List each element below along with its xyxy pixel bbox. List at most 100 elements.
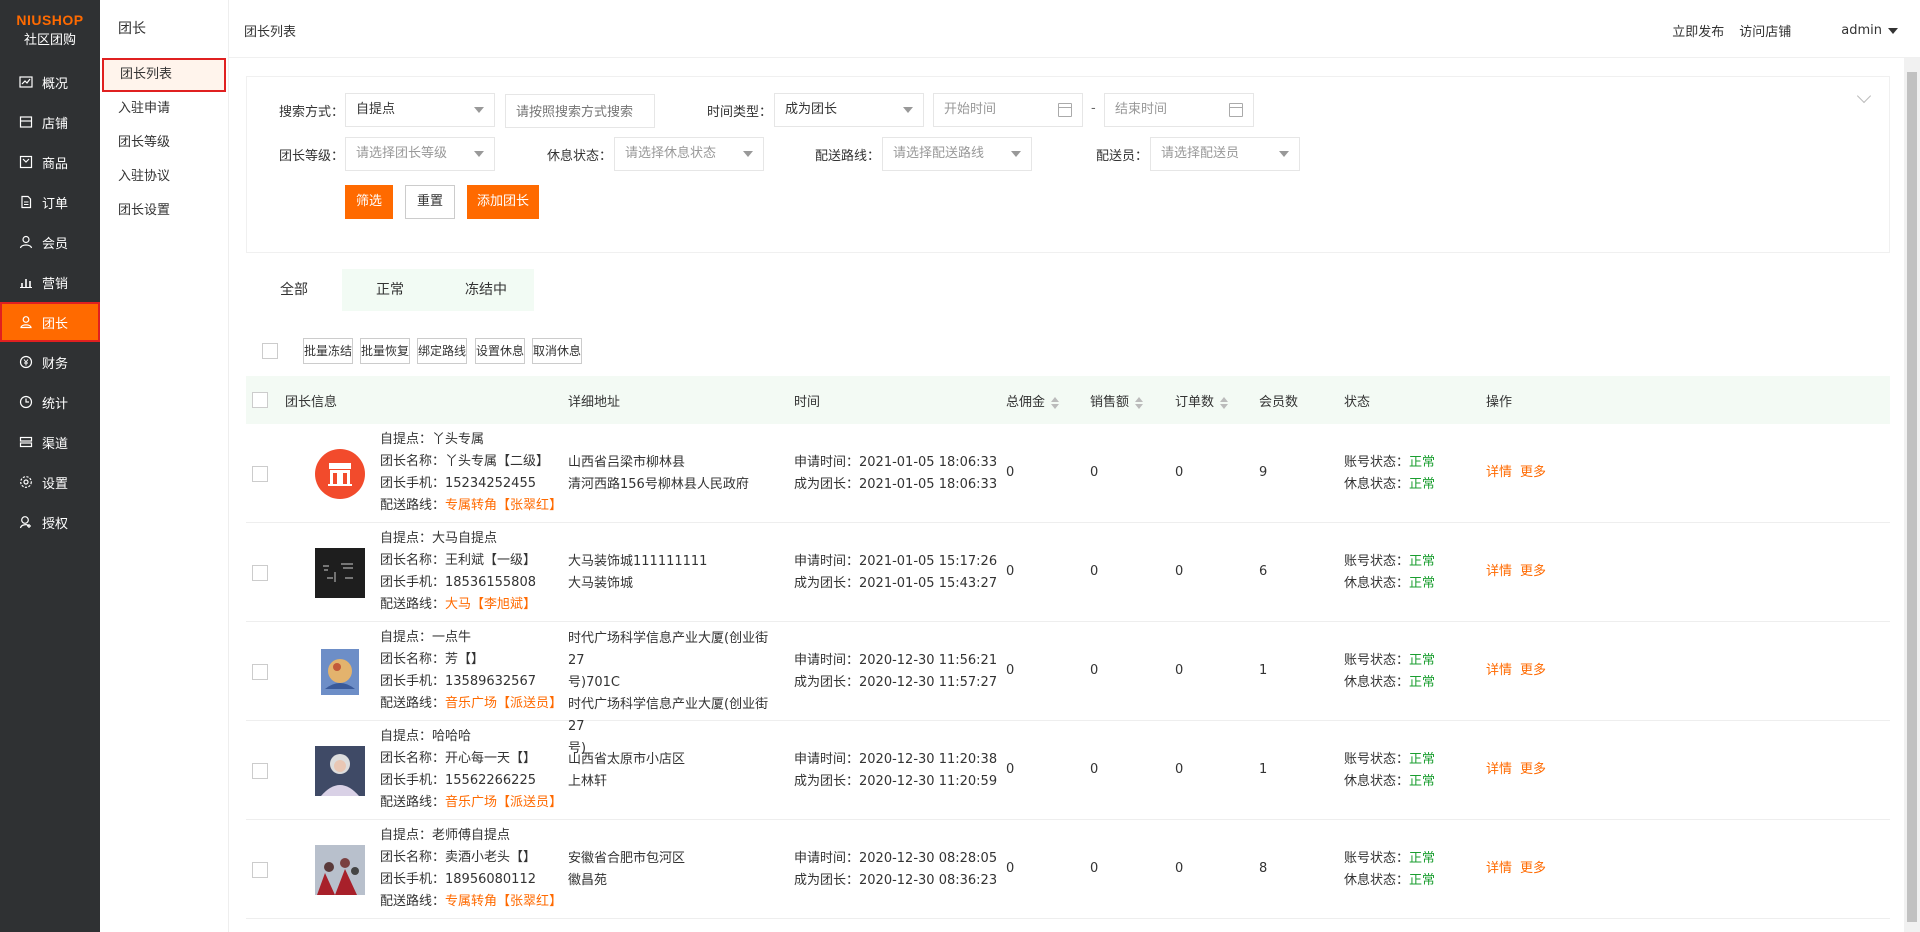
pickup-line: 自提点：一点牛 (380, 630, 472, 645)
status-tabs: 全部 正常 冻结中 (246, 269, 534, 311)
address-line: 号)701C (568, 675, 620, 690)
nav-item-store[interactable]: 店铺 (0, 102, 100, 142)
visit-store-link[interactable]: 访问店铺 (1739, 21, 1791, 40)
sort-icon[interactable] (1220, 396, 1229, 409)
tab-normal[interactable]: 正常 (342, 269, 438, 311)
more-link[interactable]: 更多 (1520, 465, 1546, 480)
nav-item-order[interactable]: 订单 (0, 182, 100, 222)
nav-item-leader[interactable]: 团长 (0, 302, 100, 342)
courier-select[interactable]: 请选择配送员 (1150, 137, 1300, 171)
col-sales[interactable]: 销售额 (1090, 391, 1144, 410)
sub-item-level[interactable]: 团长等级 (100, 126, 228, 160)
nav-item-chart[interactable]: 概况 (0, 62, 100, 102)
filter-button[interactable]: 筛选 (345, 185, 393, 219)
row-checkbox[interactable] (252, 763, 268, 779)
detail-link[interactable]: 详情 (1486, 762, 1512, 777)
col-status: 状态 (1344, 395, 1371, 410)
scrollbar-thumb[interactable] (1907, 72, 1917, 922)
sort-icon[interactable] (1135, 396, 1144, 409)
sub-item-agreement[interactable]: 入驻协议 (100, 160, 228, 194)
rest-status-select[interactable]: 请选择休息状态 (614, 137, 764, 171)
nav-item-label: 统计 (42, 396, 69, 412)
nav-item-marketing[interactable]: 营销 (0, 262, 100, 302)
more-link[interactable]: 更多 (1520, 762, 1546, 777)
brand-logo[interactable]: NIUSHOP 社区团购 (0, 0, 100, 62)
address-line: 徽昌苑 (568, 873, 608, 888)
tab-frozen[interactable]: 冻结中 (438, 269, 534, 311)
sort-icon[interactable] (1051, 396, 1060, 409)
detail-link[interactable]: 详情 (1486, 564, 1512, 579)
leader-phone: 18536155808 (445, 575, 536, 590)
nav-item-finance[interactable]: 财务 (0, 342, 100, 382)
col-commission[interactable]: 总佣金 (1006, 391, 1060, 410)
select-all-checkbox[interactable] (262, 343, 278, 359)
tab-all[interactable]: 全部 (246, 269, 342, 311)
row-checkbox[interactable] (252, 565, 268, 581)
row-checkbox[interactable] (252, 466, 268, 482)
nav-item-settings[interactable]: 设置 (0, 462, 100, 502)
search-input[interactable] (505, 94, 655, 128)
detail-link[interactable]: 详情 (1486, 861, 1512, 876)
orders-cell: 0 (1175, 465, 1184, 480)
filter-panel: 搜索方式： 自提点 时间类型： 成为团长 开始时间 - 结束时间 团长等级： 请… (246, 76, 1890, 253)
become-time: 2021-01-05 15:43:27 (859, 576, 998, 591)
nav-item-auth[interactable]: 授权 (0, 502, 100, 542)
table-row: 自提点：丫头专属 团长名称：丫头专属【二级】 团长手机：15234252455 配送路… (246, 424, 1890, 523)
search-type-select[interactable]: 自提点 (345, 93, 495, 127)
start-time-input[interactable]: 开始时间 (933, 93, 1083, 127)
nav-item-goods[interactable]: 商品 (0, 142, 100, 182)
nav-item-label: 概况 (42, 76, 69, 92)
row-checkbox[interactable] (252, 664, 268, 680)
leader-phone: 13589632567 (445, 674, 536, 689)
set-rest-button[interactable]: 设置休息 (475, 338, 525, 364)
row-checkbox[interactable] (252, 862, 268, 878)
nav-item-member[interactable]: 会员 (0, 222, 100, 262)
time-type-select[interactable]: 成为团长 (774, 93, 924, 127)
courier-name: 派送员 (510, 795, 550, 810)
leader-name-line: 团长名称：芳【】 (380, 652, 485, 667)
nav-item-stats[interactable]: 统计 (0, 382, 100, 422)
leader-name: 芳【】 (445, 652, 485, 667)
cancel-rest-button[interactable]: 取消休息 (532, 338, 582, 364)
end-time-input[interactable]: 结束时间 (1104, 93, 1254, 127)
courier-name: 张翠红 (510, 894, 550, 909)
add-leader-button[interactable]: 添加团长 (467, 185, 539, 219)
caret-down-icon (903, 107, 913, 113)
ops-cell: 详情 更多 (1486, 462, 1546, 484)
bind-route-button[interactable]: 绑定路线 (417, 338, 467, 364)
leader-phone: 15234252455 (445, 476, 536, 491)
commission-cell: 0 (1006, 762, 1015, 777)
header-checkbox[interactable] (252, 392, 268, 408)
leader-phone: 15562266225 (445, 773, 536, 788)
nav-item-channel[interactable]: 渠道 (0, 422, 100, 462)
batch-freeze-button[interactable]: 批量冻结 (303, 338, 353, 364)
leader-name-line: 团长名称：王利斌【一级】 (380, 553, 537, 568)
collapse-filter-icon[interactable] (1856, 88, 1872, 104)
pickup-line: 自提点：老师傅自提点 (380, 828, 511, 843)
address-line: 大马装饰城111111111 (568, 554, 708, 569)
more-link[interactable]: 更多 (1520, 663, 1546, 678)
batch-restore-button[interactable]: 批量恢复 (360, 338, 410, 364)
calendar-icon (1058, 103, 1072, 117)
detail-link[interactable]: 详情 (1486, 663, 1512, 678)
reset-button[interactable]: 重置 (405, 185, 455, 219)
sub-item-apply[interactable]: 入驻申请 (100, 92, 228, 126)
level-select[interactable]: 请选择团长等级 (345, 137, 495, 171)
table-row: 自提点：大马自提点 团长名称：王利斌【一级】 团长手机：18536155808 配送路… (246, 523, 1890, 622)
route-select[interactable]: 请选择配送路线 (882, 137, 1032, 171)
nav-item-label: 营销 (42, 276, 69, 292)
sales-cell: 0 (1090, 564, 1099, 579)
col-orders[interactable]: 订单数 (1175, 391, 1229, 410)
ops-cell: 详情 更多 (1486, 858, 1546, 880)
more-link[interactable]: 更多 (1520, 564, 1546, 579)
ops-cell: 详情 更多 (1486, 660, 1546, 682)
sub-item-settings[interactable]: 团长设置 (100, 194, 228, 228)
user-menu[interactable]: admin (1841, 23, 1898, 38)
sub-item-leader-list[interactable]: 团长列表 (102, 58, 226, 92)
detail-link[interactable]: 详情 (1486, 465, 1512, 480)
vertical-scrollbar[interactable] (1904, 58, 1920, 932)
more-link[interactable]: 更多 (1520, 861, 1546, 876)
publish-link[interactable]: 立即发布 (1672, 21, 1724, 40)
account-status: 正常 (1409, 554, 1436, 569)
calendar-icon (1229, 103, 1243, 117)
